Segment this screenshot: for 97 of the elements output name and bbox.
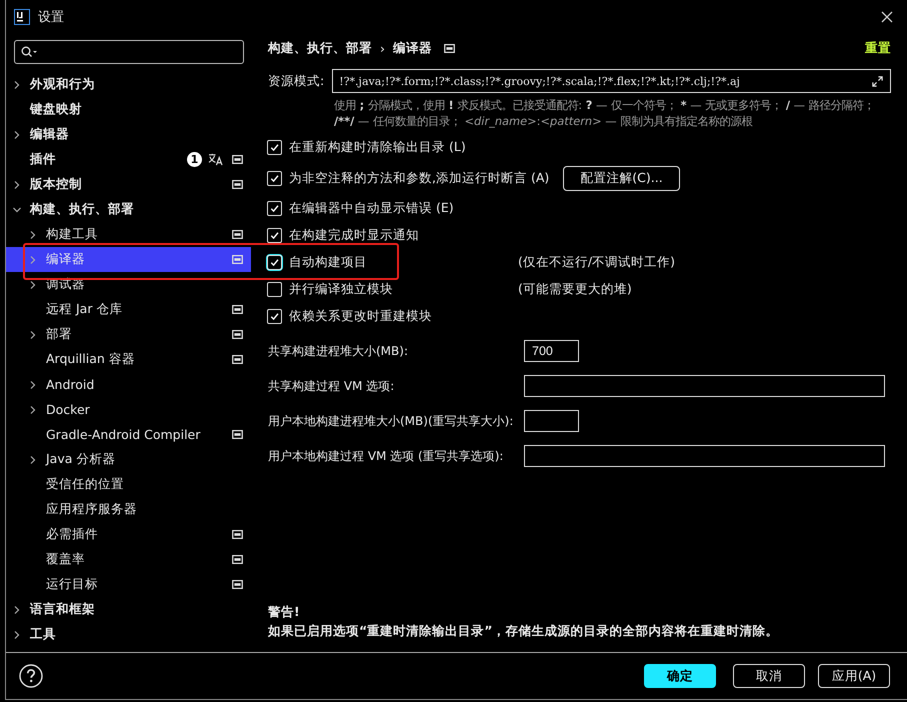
tree-item[interactable]: 外观和行为 [6, 72, 251, 97]
tree-item[interactable]: 键盘映射 [6, 97, 251, 122]
input-field[interactable] [524, 445, 885, 467]
tree-item[interactable]: 插件 1 [6, 147, 251, 172]
warning-title: 警告! [268, 604, 301, 621]
tree-item[interactable]: Arquillian 容器 [6, 347, 251, 372]
field-label: 共享构建进程堆大小(MB): [268, 342, 409, 360]
chevron-right-icon [28, 380, 38, 390]
checkbox[interactable] [267, 228, 282, 243]
count-badge: 1 [187, 152, 202, 167]
field-label: 用户本地构建进程堆大小(MB)(重写共享大小): [268, 412, 514, 430]
checkbox-label[interactable]: 依赖关系更改时重建模块 [289, 308, 432, 325]
checkbox[interactable] [267, 140, 282, 155]
tree-item[interactable]: 工具 [6, 622, 251, 647]
search-field[interactable] [14, 40, 244, 64]
tree-item[interactable]: Docker [6, 397, 251, 422]
field-label: 用户本地构建过程 VM 选项 (重写共享选项): [268, 448, 504, 464]
chevron-down-icon [12, 204, 22, 214]
project-icon [232, 430, 243, 439]
tree-item[interactable]: 远程 Jar 仓库 [6, 297, 251, 322]
chevron-right-icon [12, 80, 22, 90]
tree-item[interactable]: 语言和框架 [6, 597, 251, 622]
tree-item[interactable]: 必需插件 [6, 522, 251, 547]
chevron-right-icon [12, 180, 22, 190]
tree-item[interactable]: 版本控制 [6, 172, 251, 197]
checkbox-label[interactable]: 在重新构建时清除输出目录 (L) [289, 139, 466, 156]
tree-item[interactable]: 覆盖率 [6, 547, 251, 572]
chevron-right-icon [12, 604, 22, 614]
checkbox[interactable] [267, 170, 282, 186]
tree-item[interactable]: 部署 [6, 322, 251, 347]
tree-item[interactable]: 应用程序服务器 [6, 497, 251, 522]
translate-icon [208, 153, 223, 166]
dialog-button[interactable]: 取消 [733, 664, 805, 688]
help-icon[interactable] [19, 664, 43, 688]
tree-item[interactable]: 运行目标 [6, 572, 251, 597]
chevron-right-icon [28, 330, 38, 340]
project-icon [232, 580, 243, 589]
option-note: (可能需要更大的堆) [518, 281, 632, 298]
project-icon [232, 230, 243, 239]
chevron-right-icon [28, 254, 38, 264]
chevron-right-icon [28, 454, 38, 464]
chevron-right-icon [28, 404, 38, 414]
project-icon [232, 355, 243, 364]
check-icon [269, 203, 280, 214]
tree-item[interactable]: 编辑器 [6, 122, 251, 147]
resource-patterns-field[interactable]: !?*.java;!?*.form;!?*.class;!?*.groovy;!?*.scala;!?*.flex;!?*.kt;!?*.clj;!?*.aj [332, 69, 891, 93]
field-label: 共享构建过程 VM 选项: [268, 378, 396, 394]
configure-annotations-button[interactable]: 配置注解(C)... [563, 166, 680, 190]
tree-item[interactable]: 构建、执行、部署 [6, 197, 251, 222]
project-icon [232, 155, 243, 164]
input-field[interactable]: 700 [524, 340, 579, 362]
dialog-button[interactable]: 应用(A) [818, 664, 890, 688]
project-icon [232, 305, 243, 314]
checkbox-label[interactable]: 并行编译独立模块 [289, 281, 393, 298]
warning-text: 如果已启用选项“重建时清除输出目录”，存储生成源的目录的全部内容将在重建时清除。 [268, 623, 780, 640]
field-label: 资源模式: [268, 72, 324, 90]
tree-item[interactable]: 受信任的位置 [6, 472, 251, 497]
check-icon [269, 257, 280, 268]
hint-text: 使用 ; 分隔模式，使用 ! 求反模式。已接受通配符: ? — 仅一个符号； * — 无或更多符号； / — 路径分隔符； /**/ — 任何数量的目录； <dir_name>:<pattern> — 限制为具有指定名称的源根 [334, 97, 876, 129]
tree-item[interactable]: Android [6, 372, 251, 397]
tree-item[interactable]: Java 分析器 [6, 447, 251, 472]
close-icon[interactable] [881, 11, 893, 23]
breadcrumb-separator: › [380, 40, 385, 56]
check-icon [269, 142, 280, 153]
breadcrumb-parent[interactable]: 构建、执行、部署 [268, 40, 372, 56]
reset-link[interactable]: 重置 [865, 40, 891, 56]
checkbox[interactable] [267, 201, 282, 216]
input-field[interactable] [524, 410, 579, 432]
option-note: (仅在不运行/不调试时工作) [518, 254, 675, 271]
checkbox-label[interactable]: 为非空注释的方法和参数,添加运行时断言 (A) [289, 170, 550, 186]
tree-item[interactable]: 构建工具 [6, 222, 251, 247]
breadcrumb-current: 编译器 [393, 40, 432, 56]
check-icon [269, 230, 280, 241]
checkbox[interactable] [267, 282, 282, 297]
checkbox-label[interactable]: 自动构建项目 [289, 254, 367, 271]
chevron-right-icon [12, 130, 22, 140]
checkbox[interactable] [267, 309, 282, 324]
project-icon [232, 180, 243, 189]
project-icon [232, 530, 243, 539]
app-logo-icon [14, 9, 30, 25]
input-field[interactable] [524, 375, 885, 397]
expand-icon[interactable] [871, 74, 884, 88]
project-icon [232, 255, 243, 264]
check-icon [269, 172, 280, 184]
window-title: 设置 [38, 9, 64, 26]
search-icon [21, 46, 37, 58]
check-icon [269, 311, 280, 322]
chevron-right-icon [28, 280, 38, 290]
tree-item[interactable]: Gradle-Android Compiler [6, 422, 251, 447]
ok-button[interactable]: 确定 [644, 664, 716, 688]
tree-item[interactable]: 编译器 [6, 247, 251, 272]
project-icon [232, 555, 243, 564]
project-icon [232, 330, 243, 339]
chevron-right-icon [12, 630, 22, 640]
chevron-right-icon [28, 230, 38, 240]
checkbox-label[interactable]: 在编辑器中自动显示错误 (E) [289, 200, 454, 217]
checkbox-label[interactable]: 在构建完成时显示通知 [289, 227, 419, 244]
